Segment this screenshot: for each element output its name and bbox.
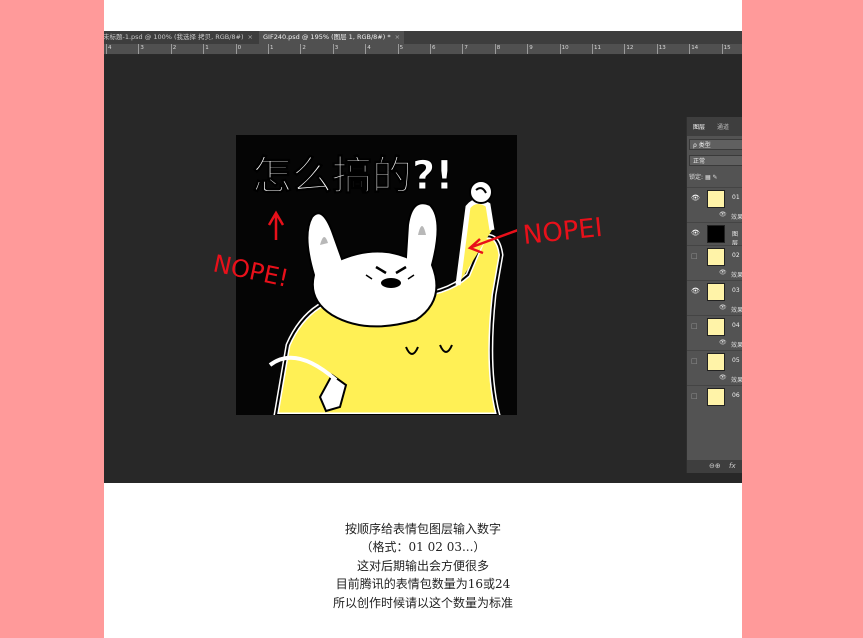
caption-line: （格式：01 02 03...） bbox=[360, 540, 486, 555]
layer-row[interactable]: □ 06 bbox=[687, 385, 742, 409]
effects-label: 效果 bbox=[731, 342, 742, 349]
blend-mode-select[interactable]: 正常 bbox=[689, 155, 742, 166]
eye-icon[interactable]: 👁 bbox=[719, 211, 727, 218]
eye-icon[interactable]: 👁 bbox=[719, 269, 727, 276]
eye-icon[interactable]: 👁 bbox=[719, 304, 727, 311]
layer-row[interactable]: 👁 03 bbox=[687, 280, 742, 304]
layer-thumbnail bbox=[707, 190, 725, 208]
layer-thumbnail bbox=[707, 283, 725, 301]
visibility-box-icon[interactable]: □ bbox=[691, 323, 698, 330]
layer-thumbnail bbox=[707, 248, 725, 266]
caption-line: 这对后期输出会方便很多 bbox=[356, 558, 489, 573]
visibility-box-icon[interactable]: □ bbox=[691, 393, 698, 400]
layer-effects-row[interactable]: 👁 效果 bbox=[687, 373, 742, 384]
layers-panel-footer: ⊖⊕ fx bbox=[687, 460, 742, 473]
layer-row[interactable]: □ 04 bbox=[687, 315, 742, 339]
layer-row[interactable]: 👁 图层 bbox=[687, 222, 742, 247]
visibility-box-icon[interactable]: □ bbox=[691, 358, 698, 365]
lock-paint-icon[interactable]: ✎ bbox=[713, 174, 718, 181]
layer-name: 01 bbox=[732, 194, 740, 201]
fx-icon[interactable]: fx bbox=[729, 462, 736, 470]
caption-text: 按顺序给表情包图层输入数字 （格式：01 02 03...） 这对后期输出会方便… bbox=[104, 520, 742, 612]
eye-icon[interactable]: 👁 bbox=[691, 230, 700, 237]
photoshop-window: 未标题-1.psd @ 100% (我选择 拷贝, RGB/8#) × GIF24… bbox=[104, 31, 742, 483]
layer-thumbnail bbox=[707, 353, 725, 371]
caption-line: 目前腾讯的表情包数量为16或24 bbox=[335, 577, 511, 592]
layer-row[interactable]: 👁 01 bbox=[687, 187, 742, 211]
effects-label: 效果 bbox=[731, 272, 742, 279]
eye-icon[interactable]: 👁 bbox=[719, 374, 727, 381]
layer-thumbnail bbox=[707, 388, 725, 406]
layer-effects-row[interactable]: 👁 效果 bbox=[687, 210, 742, 221]
layer-row[interactable]: □ 02 bbox=[687, 245, 742, 269]
layer-name: 02 bbox=[732, 252, 740, 259]
eye-icon[interactable]: 👁 bbox=[719, 339, 727, 346]
lock-label: 锁定: bbox=[689, 174, 704, 181]
content-frame: 未标题-1.psd @ 100% (我选择 拷贝, RGB/8#) × GIF24… bbox=[104, 0, 742, 638]
effects-label: 效果 bbox=[731, 377, 742, 384]
note-right: NOPEI bbox=[522, 213, 604, 251]
layer-effects-row[interactable]: 👁 效果 bbox=[687, 268, 742, 279]
layer-name: 04 bbox=[732, 322, 740, 329]
effects-label: 效果 bbox=[731, 214, 742, 221]
effects-label: 效果 bbox=[731, 307, 742, 314]
note-left: NOPE! bbox=[211, 249, 291, 292]
layer-name: 03 bbox=[732, 287, 740, 294]
layer-effects-row[interactable]: 👁 效果 bbox=[687, 303, 742, 314]
layer-name: 06 bbox=[732, 392, 740, 399]
eye-icon[interactable]: 👁 bbox=[691, 288, 700, 295]
tab-channels[interactable]: 通道 bbox=[717, 122, 729, 131]
layers-panel: 图层 通道 ρ 类型 正常 锁定: ▦ ✎ 👁 01 👁 效果 👁 图层 □ 02 👁 效果 👁 03… bbox=[686, 117, 742, 473]
layer-thumbnail bbox=[707, 225, 725, 243]
layer-name: 05 bbox=[732, 357, 740, 364]
lock-row: 锁定: ▦ ✎ bbox=[689, 172, 742, 184]
link-layers-icon[interactable]: ⊖⊕ bbox=[709, 462, 721, 470]
tab-layers[interactable]: 图层 bbox=[693, 122, 705, 131]
layer-row[interactable]: □ 05 bbox=[687, 350, 742, 374]
layer-thumbnail bbox=[707, 318, 725, 336]
layers-panel-tabs: 图层 通道 bbox=[687, 117, 742, 136]
caption-line: 所以创作时候请以这个数量为标准 bbox=[332, 595, 513, 610]
layer-filter-select[interactable]: ρ 类型 bbox=[689, 139, 742, 150]
eye-icon[interactable]: 👁 bbox=[691, 195, 700, 202]
layer-effects-row[interactable]: 👁 效果 bbox=[687, 338, 742, 349]
lock-pixels-icon[interactable]: ▦ bbox=[705, 174, 711, 181]
annotation-layer: NOPE! NOPEI bbox=[211, 213, 604, 293]
visibility-box-icon[interactable]: □ bbox=[691, 253, 698, 260]
caption-line: 按顺序给表情包图层输入数字 bbox=[344, 522, 501, 536]
